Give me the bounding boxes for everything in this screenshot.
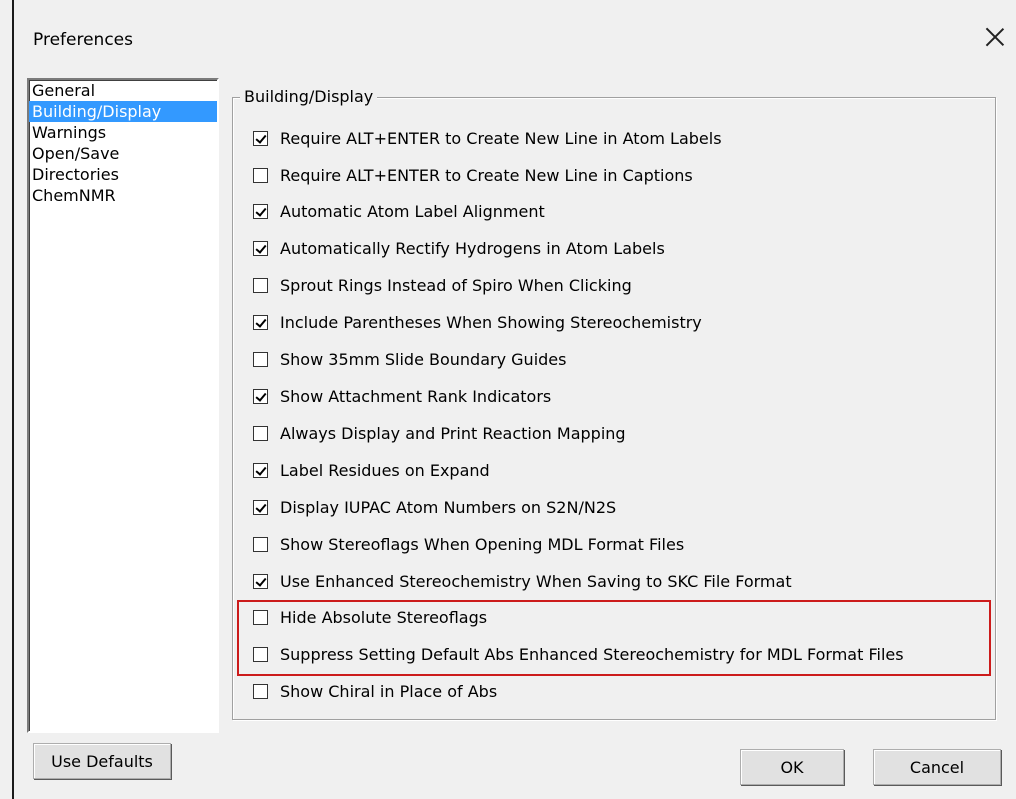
sidebar-item-directories[interactable]: Directories bbox=[29, 164, 217, 185]
checkbox[interactable] bbox=[253, 351, 268, 367]
option-label: Include Parentheses When Showing Stereoc… bbox=[280, 312, 702, 332]
option-iupac-atom-numbers[interactable]: Display IUPAC Atom Numbers on S2N/N2S bbox=[253, 496, 616, 518]
option-automatic-atom-label-alignment[interactable]: Automatic Atom Label Alignment bbox=[253, 200, 545, 222]
option-include-parentheses[interactable]: Include Parentheses When Showing Stereoc… bbox=[253, 311, 702, 333]
close-icon[interactable] bbox=[983, 25, 1007, 49]
option-label: Require ALT+ENTER to Create New Line in … bbox=[280, 165, 693, 185]
checkbox[interactable] bbox=[253, 277, 268, 293]
group-title: Building/Display bbox=[240, 87, 378, 106]
checkbox[interactable] bbox=[253, 499, 268, 515]
option-label: Sprout Rings Instead of Spiro When Click… bbox=[280, 275, 632, 295]
option-label: Show 35mm Slide Boundary Guides bbox=[280, 349, 567, 369]
window-left-border bbox=[12, 0, 14, 799]
checkbox[interactable] bbox=[253, 314, 268, 330]
checkbox[interactable] bbox=[253, 203, 268, 219]
checkbox[interactable] bbox=[253, 683, 268, 699]
option-label: Require ALT+ENTER to Create New Line in … bbox=[280, 128, 722, 148]
checkbox[interactable] bbox=[253, 167, 268, 183]
option-label: Automatic Atom Label Alignment bbox=[280, 201, 545, 221]
dialog-title: Preferences bbox=[33, 30, 133, 50]
option-attachment-rank-indicators[interactable]: Show Attachment Rank Indicators bbox=[253, 385, 551, 407]
option-label: Automatically Rectify Hydrogens in Atom … bbox=[280, 238, 665, 258]
sidebar-item-warnings[interactable]: Warnings bbox=[29, 122, 217, 143]
ok-button[interactable]: OK bbox=[740, 749, 844, 785]
highlight-box bbox=[237, 600, 991, 676]
checkbox[interactable] bbox=[253, 425, 268, 441]
option-slide-boundary-guides[interactable]: Show 35mm Slide Boundary Guides bbox=[253, 348, 566, 370]
option-label: Use Enhanced Stereochemistry When Saving… bbox=[280, 571, 792, 591]
option-require-alt-enter-atom-labels[interactable]: Require ALT+ENTER to Create New Line in … bbox=[253, 127, 722, 149]
sidebar-item-building-display[interactable]: Building/Display bbox=[29, 101, 217, 122]
cancel-button[interactable]: Cancel bbox=[873, 749, 1001, 785]
option-label: Always Display and Print Reaction Mappin… bbox=[280, 423, 626, 443]
use-defaults-button[interactable]: Use Defaults bbox=[33, 743, 171, 779]
option-reaction-mapping[interactable]: Always Display and Print Reaction Mappin… bbox=[253, 422, 626, 444]
checkbox[interactable] bbox=[253, 462, 268, 478]
category-list[interactable]: General Building/Display Warnings Open/S… bbox=[27, 78, 219, 733]
option-show-chiral[interactable]: Show Chiral in Place of Abs bbox=[253, 680, 497, 702]
option-enhanced-stereochemistry-skc[interactable]: Use Enhanced Stereochemistry When Saving… bbox=[253, 570, 792, 592]
checkbox[interactable] bbox=[253, 240, 268, 256]
checkbox[interactable] bbox=[253, 573, 268, 589]
option-label: Label Residues on Expand bbox=[280, 460, 490, 480]
option-rectify-hydrogens[interactable]: Automatically Rectify Hydrogens in Atom … bbox=[253, 237, 665, 259]
option-sprout-rings[interactable]: Sprout Rings Instead of Spiro When Click… bbox=[253, 274, 632, 296]
option-label-residues[interactable]: Label Residues on Expand bbox=[253, 459, 490, 481]
checkbox[interactable] bbox=[253, 130, 268, 146]
checkbox[interactable] bbox=[253, 388, 268, 404]
sidebar-item-open-save[interactable]: Open/Save bbox=[29, 143, 217, 164]
option-label: Show Stereoflags When Opening MDL Format… bbox=[280, 534, 685, 554]
option-label: Show Chiral in Place of Abs bbox=[280, 681, 498, 701]
option-label: Show Attachment Rank Indicators bbox=[280, 386, 552, 406]
sidebar-item-chemnmr[interactable]: ChemNMR bbox=[29, 185, 217, 206]
option-require-alt-enter-captions[interactable]: Require ALT+ENTER to Create New Line in … bbox=[253, 164, 693, 186]
sidebar-item-general[interactable]: General bbox=[29, 80, 217, 101]
checkbox[interactable] bbox=[253, 536, 268, 552]
option-label: Display IUPAC Atom Numbers on S2N/N2S bbox=[280, 497, 617, 517]
option-show-stereoflags-mdl[interactable]: Show Stereoflags When Opening MDL Format… bbox=[253, 533, 684, 555]
